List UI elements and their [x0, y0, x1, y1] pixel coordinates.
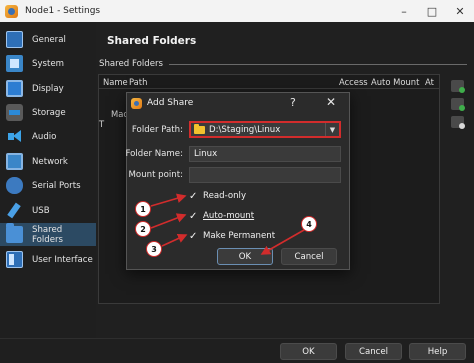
sidebar-item-system[interactable]: System — [0, 52, 96, 75]
sidebar-item-network[interactable]: Network — [0, 150, 96, 173]
display-icon — [6, 80, 23, 97]
sidebar-item-general[interactable]: General — [0, 28, 96, 51]
window-titlebar: Node1 - Settings – □ ✕ — [0, 0, 474, 22]
folder-name-label: Folder Name: — [125, 149, 183, 159]
checkmark-icon: ✓ — [189, 210, 198, 222]
annotation-marker-1: 1 — [135, 201, 151, 217]
mount-point-label: Mount point: — [128, 170, 183, 180]
network-icon — [6, 153, 23, 170]
read-only-label: Read-only — [203, 191, 247, 201]
make-permanent-checkbox[interactable]: ✓ Make Permanent — [189, 229, 275, 243]
dialog-ok-button[interactable]: OK — [217, 248, 273, 265]
audio-icon — [6, 128, 23, 145]
system-icon — [6, 55, 23, 72]
folder-path-value: D:\Staging\Linux — [209, 124, 281, 135]
dialog-title: Add Share — [147, 98, 194, 108]
group-divider — [169, 64, 467, 65]
storage-icon — [6, 104, 23, 121]
window-title: Node1 - Settings — [25, 6, 101, 16]
dialog-cancel-button[interactable]: Cancel — [281, 248, 337, 265]
sidebar-item-label: Serial Ports — [32, 180, 81, 191]
folder-path-label: Folder Path: — [131, 125, 183, 135]
dialog-button-bar: OK Cancel Help — [0, 338, 474, 363]
folder-icon — [194, 123, 205, 134]
column-header-auto-mount[interactable]: Auto Mount — [371, 77, 419, 87]
remove-folder-icon[interactable] — [451, 116, 465, 129]
general-icon — [6, 31, 23, 48]
sidebar-item-shared-folders[interactable]: Shared Folders — [0, 223, 96, 246]
page-title: Shared Folders — [107, 35, 197, 47]
ok-button[interactable]: OK — [280, 343, 337, 360]
auto-mount-checkbox[interactable]: ✓ Auto-mount — [189, 209, 254, 223]
virtualbox-app-icon — [131, 97, 142, 109]
sidebar-item-storage[interactable]: Storage — [0, 101, 96, 124]
group-label: Shared Folders — [99, 59, 164, 69]
chevron-down-icon[interactable]: ▼ — [325, 123, 339, 136]
sidebar-item-label: USB — [32, 205, 50, 216]
column-header-at[interactable]: At — [425, 77, 434, 87]
sidebar-item-label: System — [32, 58, 65, 69]
sidebar-item-label: User Interface — [32, 254, 93, 265]
help-icon[interactable]: ? — [290, 96, 296, 109]
dialog-titlebar: Add Share — [127, 93, 349, 113]
sidebar-item-audio[interactable]: Audio — [0, 125, 96, 148]
sidebar-item-label: Shared Folders — [32, 224, 64, 245]
sidebar-item-label: Display — [32, 83, 64, 94]
folder-name-field[interactable]: Linux — [189, 146, 341, 162]
settings-sidebar: General System Display Storage Audio Net… — [0, 22, 96, 338]
sidebar-item-label: General — [32, 34, 66, 45]
sidebar-item-label: Storage — [32, 107, 66, 118]
serial-ports-icon — [6, 177, 23, 194]
column-header-name[interactable]: Name — [103, 77, 128, 87]
close-window-button[interactable]: ✕ — [446, 0, 474, 22]
folder-path-combo[interactable]: D:\Staging\Linux ▼ — [189, 121, 341, 138]
auto-mount-label: Auto-mount — [203, 211, 255, 221]
checkmark-icon: ✓ — [189, 230, 198, 242]
minimize-button[interactable]: – — [390, 0, 418, 22]
sidebar-item-usb[interactable]: USB — [0, 199, 96, 222]
user-interface-icon — [6, 251, 23, 268]
virtualbox-app-icon — [5, 4, 18, 18]
sidebar-item-display[interactable]: Display — [0, 77, 96, 100]
edit-folder-icon[interactable] — [451, 98, 465, 111]
annotation-marker-4: 4 — [301, 216, 317, 232]
make-permanent-label: Make Permanent — [203, 231, 276, 241]
maximize-button[interactable]: □ — [418, 0, 446, 22]
help-button[interactable]: Help — [409, 343, 466, 360]
close-icon[interactable]: ✕ — [326, 95, 336, 109]
read-only-checkbox[interactable]: ✓ Read-only — [189, 189, 246, 203]
column-header-access[interactable]: Access — [339, 77, 368, 87]
mount-point-field[interactable] — [189, 167, 341, 183]
sidebar-item-serial-ports[interactable]: Serial Ports — [0, 174, 96, 197]
sidebar-item-label: Audio — [32, 131, 57, 142]
cancel-button[interactable]: Cancel — [345, 343, 402, 360]
annotation-marker-2: 2 — [135, 221, 151, 237]
table-header: Name Path Access Auto Mount At — [99, 75, 439, 89]
sidebar-item-label: Network — [32, 156, 68, 167]
column-header-path[interactable]: Path — [129, 77, 147, 87]
sidebar-item-user-interface[interactable]: User Interface — [0, 248, 96, 271]
annotation-marker-3: 3 — [146, 241, 162, 257]
checkmark-icon: ✓ — [189, 190, 198, 202]
add-folder-icon[interactable] — [451, 80, 465, 93]
shared-folders-icon — [6, 223, 23, 243]
usb-icon — [6, 202, 23, 219]
